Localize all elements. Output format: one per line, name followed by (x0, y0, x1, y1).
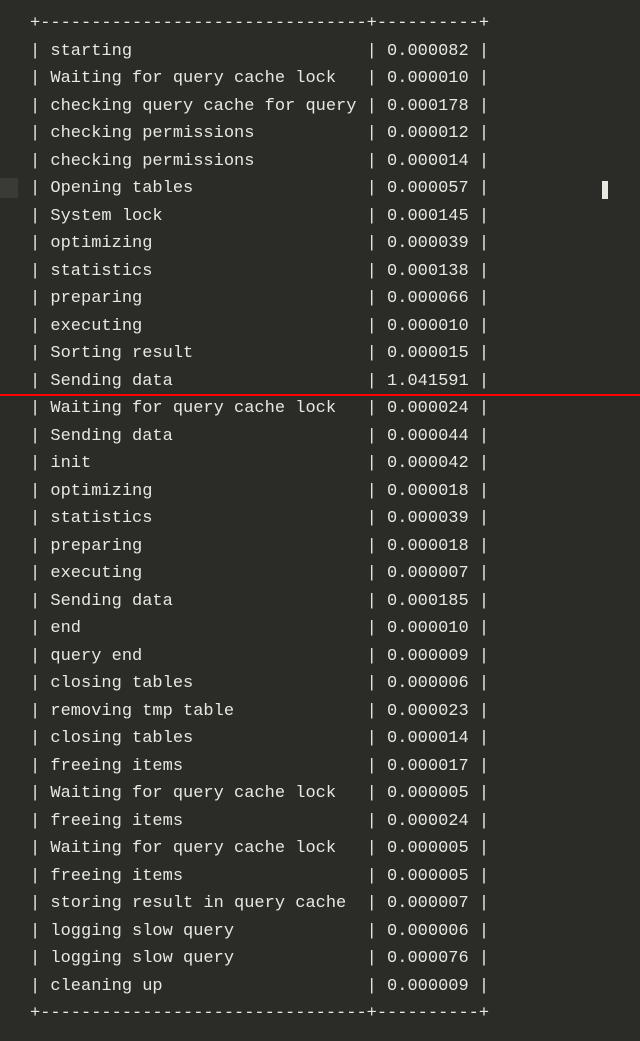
table-row: | init | 0.000042 | (30, 450, 640, 478)
decorative-block (0, 178, 18, 198)
table-row: | freeing items | 0.000005 | (30, 863, 640, 891)
table-row: | executing | 0.000007 | (30, 560, 640, 588)
table-row: | optimizing | 0.000018 | (30, 478, 640, 506)
table-row: | Sorting result | 0.000015 | (30, 340, 640, 368)
table-row: | freeing items | 0.000024 | (30, 808, 640, 836)
table-row: | statistics | 0.000138 | (30, 258, 640, 286)
table-row: | System lock | 0.000145 | (30, 203, 640, 231)
table-row: | freeing items | 0.000017 | (30, 753, 640, 781)
table-row: | Waiting for query cache lock | 0.00002… (30, 395, 640, 423)
table-row: | Waiting for query cache lock | 0.00000… (30, 780, 640, 808)
table-row: | preparing | 0.000018 | (30, 533, 640, 561)
table-separator-top: +--------------------------------+------… (30, 10, 640, 38)
table-row: | Waiting for query cache lock | 0.00001… (30, 65, 640, 93)
table-row: | statistics | 0.000039 | (30, 505, 640, 533)
highlight-line (0, 394, 640, 396)
table-row: | storing result in query cache | 0.0000… (30, 890, 640, 918)
table-row: | optimizing | 0.000039 | (30, 230, 640, 258)
table-row: | Opening tables | 0.000057 | (30, 175, 640, 203)
table-row: | preparing | 0.000066 | (30, 285, 640, 313)
table-row: | starting | 0.000082 | (30, 38, 640, 66)
table-row: | closing tables | 0.000006 | (30, 670, 640, 698)
table-row: | query end | 0.000009 | (30, 643, 640, 671)
table-row: | checking permissions | 0.000014 | (30, 148, 640, 176)
table-row: | executing | 0.000010 | (30, 313, 640, 341)
table-row: | checking permissions | 0.000012 | (30, 120, 640, 148)
table-row: | logging slow query | 0.000076 | (30, 945, 640, 973)
table-row: | closing tables | 0.000014 | (30, 725, 640, 753)
terminal-output: +--------------------------------+------… (0, 10, 640, 1028)
table-row: | Sending data | 0.000185 | (30, 588, 640, 616)
table-row: | removing tmp table | 0.000023 | (30, 698, 640, 726)
decorative-cursor (602, 181, 608, 199)
table-row: | Waiting for query cache lock | 0.00000… (30, 835, 640, 863)
table-row: | logging slow query | 0.000006 | (30, 918, 640, 946)
table-row: | checking query cache for query | 0.000… (30, 93, 640, 121)
table-row: | end | 0.000010 | (30, 615, 640, 643)
table-row: | cleaning up | 0.000009 | (30, 973, 640, 1001)
table-row: | Sending data | 1.041591 | (30, 368, 640, 396)
table-separator-bottom: +--------------------------------+------… (30, 1000, 640, 1028)
table-row: | Sending data | 0.000044 | (30, 423, 640, 451)
